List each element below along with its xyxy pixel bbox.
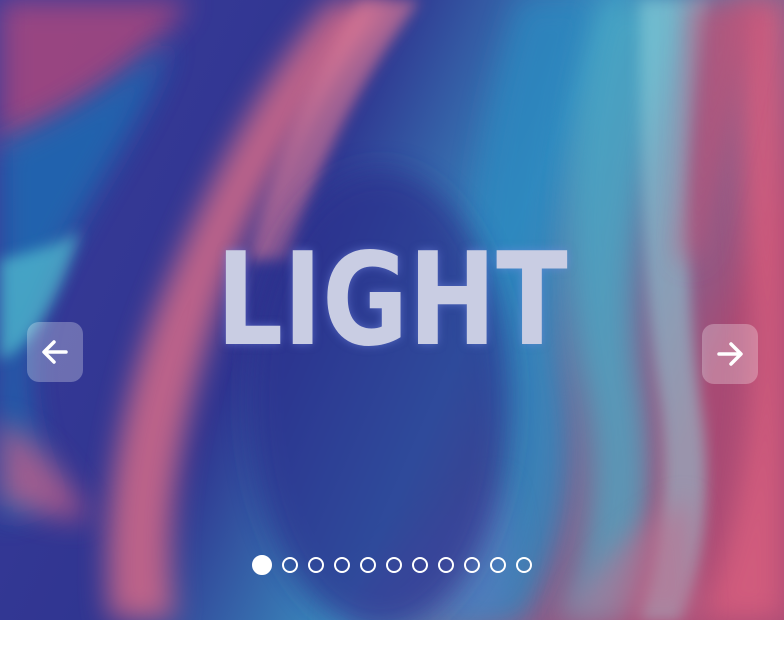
pagination-dot-2[interactable] (282, 557, 298, 573)
slide-pagination (0, 554, 784, 576)
arrow-right-icon (717, 342, 743, 366)
pagination-dot-4[interactable] (334, 557, 350, 573)
pagination-dot-10[interactable] (490, 557, 506, 573)
pagination-dot-9[interactable] (464, 557, 480, 573)
arrow-left-icon (42, 340, 68, 364)
pagination-dot-3[interactable] (308, 557, 324, 573)
previous-slide-button[interactable] (27, 322, 83, 382)
pagination-dot-8[interactable] (438, 557, 454, 573)
slide-title: LIGHT (216, 226, 568, 375)
next-slide-button[interactable] (702, 324, 758, 384)
image-carousel: LIGHT (0, 0, 784, 620)
pagination-dot-7[interactable] (412, 557, 428, 573)
pagination-dot-5[interactable] (360, 557, 376, 573)
pagination-dot-6[interactable] (386, 557, 402, 573)
pagination-dot-1[interactable] (252, 555, 272, 575)
pagination-dot-11[interactable] (516, 557, 532, 573)
